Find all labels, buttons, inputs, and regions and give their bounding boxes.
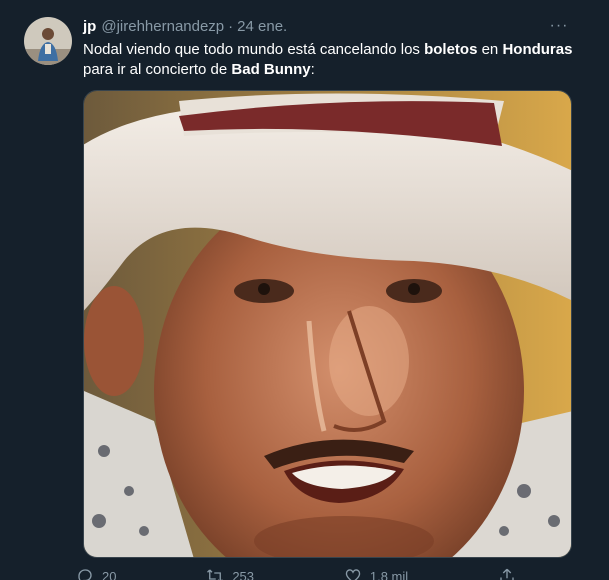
more-options-button[interactable]: ··· bbox=[547, 16, 571, 36]
like-count: 1,8 mil bbox=[369, 568, 409, 580]
tweet-actions: 20 253 1,8 mil bbox=[76, 566, 516, 580]
tweet-date[interactable]: 24 ene. bbox=[237, 17, 287, 37]
reply-button[interactable]: 20 bbox=[76, 566, 116, 580]
tweet-text: Nodal viendo que todo mundo está cancela… bbox=[83, 40, 573, 80]
tweet-text-part: Nodal viendo que todo mundo está cancela… bbox=[83, 41, 425, 58]
reply-icon bbox=[78, 569, 92, 580]
tweet-text-bold-bad-bunny: Bad Bunny bbox=[231, 61, 311, 78]
share-icon bbox=[500, 568, 514, 580]
reply-count: 20 bbox=[102, 568, 117, 580]
retweet-button[interactable]: 253 bbox=[206, 566, 254, 580]
avatar[interactable] bbox=[24, 17, 72, 65]
retweet-icon bbox=[207, 569, 224, 580]
meme-photo bbox=[84, 91, 571, 557]
like-button[interactable]: 1,8 mil bbox=[344, 566, 408, 580]
separator-dot: · bbox=[228, 18, 234, 35]
like-icon bbox=[345, 569, 361, 580]
tweet-text-bold-boletos: boletos bbox=[424, 41, 478, 58]
user-handle[interactable]: @jirehhernandezp bbox=[101, 17, 224, 37]
share-button[interactable] bbox=[498, 566, 516, 580]
retweet-count: 253 bbox=[232, 568, 255, 580]
tweet-header: jp @jirehhernandezp · 24 ene. bbox=[83, 17, 287, 37]
more-icon: ··· bbox=[549, 17, 569, 34]
tweet-text-part: : bbox=[310, 61, 315, 78]
tweet-media-image[interactable] bbox=[83, 90, 572, 558]
tweet-text-bold-honduras: Honduras bbox=[502, 41, 573, 58]
display-name[interactable]: jp bbox=[83, 17, 96, 37]
tweet-text-part: para ir al concierto de bbox=[83, 61, 232, 78]
tweet-card: jp @jirehhernandezp · 24 ene. ··· Nodal … bbox=[0, 0, 609, 580]
tweet-text-part: en bbox=[477, 41, 503, 58]
